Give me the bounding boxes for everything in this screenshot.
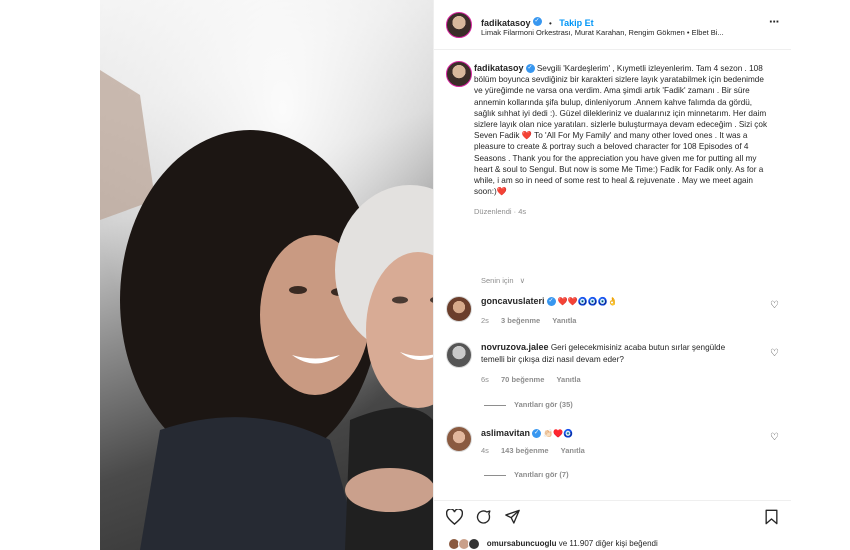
- comment-avatar[interactable]: [446, 296, 472, 322]
- view-replies-button[interactable]: Yanıtları gör (35): [484, 400, 573, 409]
- header-separator: •: [548, 19, 552, 28]
- comment-meta: 4s 143 beğenme Yanıtla: [481, 446, 595, 455]
- comment-body: novruzova.jalee Geri gelecekmisiniz acab…: [481, 342, 751, 365]
- comment-item: novruzova.jalee Geri gelecekmisiniz acab…: [434, 340, 791, 420]
- comment-username[interactable]: novruzova.jalee: [481, 342, 549, 352]
- caption-verified-icon: ✓: [525, 64, 535, 74]
- comment-icon[interactable]: [475, 509, 492, 525]
- comment-username[interactable]: goncavuslateri: [481, 296, 545, 306]
- reply-button[interactable]: Yanıtla: [552, 316, 576, 325]
- post-actions: omursabuncuoglu ve 11.907 diğer kişi beğ…: [434, 500, 791, 550]
- comment-item: aslimavitan ✓ 👏🏻♥️🧿 4s 143 beğenme Yanıtl…: [434, 424, 791, 489]
- comment-avatar[interactable]: [446, 426, 472, 452]
- comment-username[interactable]: aslimavitan: [481, 428, 530, 438]
- comment-likes[interactable]: 3 beğenme: [501, 316, 540, 325]
- replies-divider: [484, 474, 506, 476]
- caption-author-avatar[interactable]: [446, 61, 472, 87]
- reply-button[interactable]: Yanıtla: [556, 375, 580, 384]
- view-replies-button[interactable]: Yanıtları gör (7): [484, 470, 569, 479]
- caption-text: Sevgili 'Kardeşlerim' , Kıymetli izleyen…: [474, 64, 770, 197]
- edited-time: Düzenlendi · 4s: [474, 207, 527, 217]
- author-username[interactable]: fadikatasoy: [481, 18, 531, 28]
- comment-avatar[interactable]: [446, 342, 472, 368]
- replies-divider: [484, 404, 506, 406]
- for-you-label: Senin için: [481, 276, 514, 285]
- comment-like-heart-icon[interactable]: ♡: [770, 348, 779, 359]
- comment-likes[interactable]: 143 beğenme: [501, 446, 549, 455]
- liker-avatar: [468, 538, 481, 550]
- heart-icon[interactable]: [446, 509, 463, 525]
- follow-button[interactable]: Takip Et: [559, 18, 593, 28]
- more-options-icon[interactable]: ···: [769, 14, 780, 29]
- caption-author-username[interactable]: fadikatasoy: [474, 63, 524, 73]
- view-replies-label: Yanıtları gör (35): [514, 400, 573, 409]
- post-photo[interactable]: [100, 0, 433, 550]
- post-location[interactable]: Limak Filarmoni Orkestrası, Murat Karaha…: [481, 28, 756, 37]
- comment-text: 👏🏻♥️🧿: [543, 429, 574, 438]
- comment-time: 6s: [481, 375, 489, 384]
- for-you-toggle[interactable]: Senin için ∨: [481, 276, 525, 285]
- verified-badge-icon: ✓: [532, 17, 542, 27]
- share-icon[interactable]: [504, 509, 521, 525]
- chevron-down-icon: ∨: [519, 276, 526, 285]
- comment-time: 4s: [481, 446, 489, 455]
- comment-meta: 6s 70 beğenme Yanıtla: [481, 375, 591, 384]
- photo-illustration: [100, 0, 433, 550]
- comment-like-heart-icon[interactable]: ♡: [770, 432, 779, 443]
- comment-time: 2s: [481, 316, 489, 325]
- comment-verified-icon: ✓: [546, 297, 556, 307]
- comment-like-heart-icon[interactable]: ♡: [770, 300, 779, 311]
- comment-verified-icon: ✓: [532, 429, 542, 439]
- post-caption: fadikatasoy ✓ Sevgili 'Kardeşlerim' , Kıy…: [474, 63, 774, 218]
- comment-item: goncavuslateri ✓ ❤️❤️🧿🧿🧿👌 2s 3 beğenme Ya…: [434, 294, 791, 334]
- comment-likes[interactable]: 70 beğenme: [501, 375, 544, 384]
- author-avatar[interactable]: [446, 12, 472, 38]
- bookmark-icon[interactable]: [764, 509, 779, 525]
- comment-body: aslimavitan ✓ 👏🏻♥️🧿: [481, 428, 761, 440]
- post-header: fadikatasoy ✓ • Takip Et Limak Filarmoni …: [434, 0, 791, 50]
- liked-by-username[interactable]: omursabuncuoglu: [487, 539, 557, 548]
- post-sidebar: fadikatasoy ✓ • Takip Et Limak Filarmoni …: [433, 0, 791, 550]
- comment-meta: 2s 3 beğenme Yanıtla: [481, 316, 586, 325]
- likes-summary[interactable]: omursabuncuoglu ve 11.907 diğer kişi beğ…: [448, 538, 658, 550]
- view-replies-label: Yanıtları gör (7): [514, 470, 569, 479]
- comment-body: goncavuslateri ✓ ❤️❤️🧿🧿🧿👌: [481, 296, 761, 308]
- reply-button[interactable]: Yanıtla: [561, 446, 585, 455]
- comment-text: ❤️❤️🧿🧿🧿👌: [557, 297, 618, 306]
- liked-by-rest: ve 11.907 diğer kişi beğendi: [556, 539, 658, 549]
